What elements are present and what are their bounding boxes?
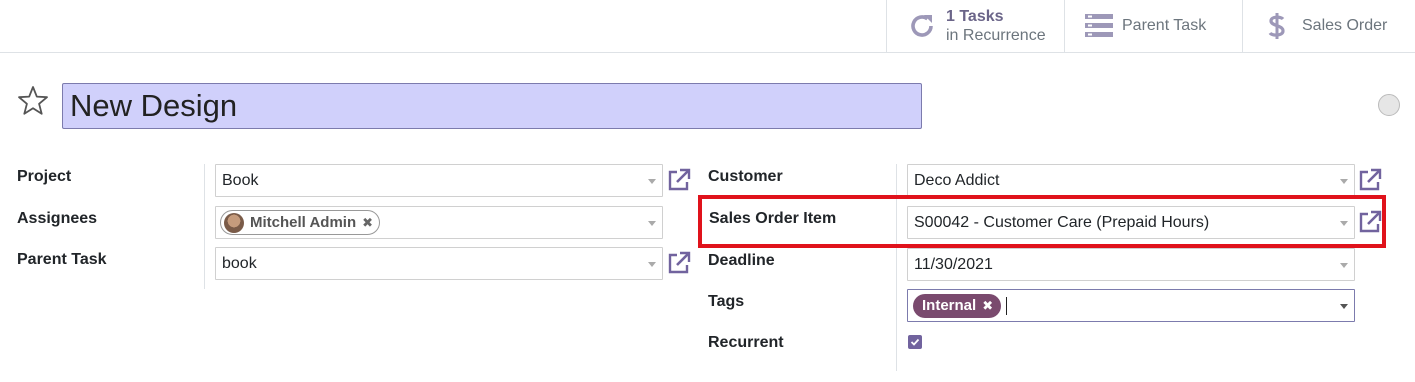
project-field[interactable]: Book bbox=[215, 164, 663, 197]
customer-label: Customer bbox=[708, 168, 783, 185]
chevron-down-icon[interactable] bbox=[1340, 179, 1348, 184]
parent-task-value: book bbox=[222, 254, 257, 272]
project-external-link-icon[interactable] bbox=[666, 167, 692, 193]
recurrence-count: 1 Tasks bbox=[946, 8, 1004, 25]
assignees-field[interactable]: Mitchell Admin ✖ bbox=[215, 206, 663, 239]
project-label: Project bbox=[17, 168, 72, 185]
recurrence-sub-label: in Recurrence bbox=[946, 27, 1046, 44]
chevron-down-icon[interactable] bbox=[648, 179, 656, 184]
deadline-value: 11/30/2021 bbox=[914, 255, 993, 273]
customer-value: Deco Addict bbox=[914, 171, 1000, 189]
parent-task-external-link-icon[interactable] bbox=[666, 250, 692, 276]
refresh-icon bbox=[907, 11, 937, 41]
remove-chip-icon[interactable]: ✖ bbox=[362, 215, 373, 231]
dollar-icon bbox=[1262, 11, 1292, 41]
tag-chip-internal[interactable]: Internal ✖ bbox=[913, 293, 1002, 318]
assignee-chip[interactable]: Mitchell Admin ✖ bbox=[220, 210, 381, 235]
deadline-field[interactable]: 11/30/2021 bbox=[907, 248, 1355, 281]
parent-task-field[interactable]: book bbox=[215, 247, 663, 280]
tag-chip-label: Internal bbox=[922, 297, 977, 314]
chevron-down-icon[interactable] bbox=[1340, 263, 1348, 268]
tags-field[interactable]: Internal ✖ bbox=[907, 289, 1355, 322]
chevron-down-icon[interactable] bbox=[648, 221, 656, 226]
project-value: Book bbox=[222, 171, 259, 189]
smart-buttons-bar: 1 Tasks in Recurrence Parent Task Sales … bbox=[0, 0, 1415, 53]
task-title-input[interactable]: New Design bbox=[62, 83, 922, 129]
text-cursor bbox=[1006, 296, 1008, 315]
sales-order-button-label: Sales Order bbox=[1302, 17, 1388, 34]
assignee-chip-label: Mitchell Admin bbox=[250, 214, 357, 231]
kanban-state-indicator[interactable] bbox=[1378, 94, 1400, 116]
column-divider bbox=[204, 164, 205, 289]
recurrent-label: Recurrent bbox=[708, 334, 784, 351]
chevron-down-icon[interactable] bbox=[648, 262, 656, 267]
parent-task-smart-button[interactable]: Parent Task bbox=[1064, 0, 1242, 52]
assignees-label: Assignees bbox=[17, 210, 98, 227]
customer-external-link-icon[interactable] bbox=[1357, 167, 1383, 193]
customer-field[interactable]: Deco Addict bbox=[907, 164, 1355, 197]
sales-order-item-highlight-box bbox=[698, 195, 1386, 248]
avatar bbox=[224, 212, 244, 233]
sales-order-smart-button[interactable]: Sales Order bbox=[1242, 0, 1415, 52]
recurrence-smart-button[interactable]: 1 Tasks in Recurrence bbox=[886, 0, 1064, 52]
recurrent-checkbox[interactable] bbox=[908, 335, 922, 349]
parent-task-label: Parent Task bbox=[17, 251, 107, 268]
tags-label: Tags bbox=[708, 293, 745, 310]
chevron-down-icon[interactable] bbox=[1340, 304, 1348, 309]
remove-chip-icon[interactable]: ✖ bbox=[982, 298, 993, 314]
parent-task-button-label: Parent Task bbox=[1122, 17, 1207, 34]
tasks-list-icon bbox=[1084, 11, 1114, 41]
deadline-label: Deadline bbox=[708, 252, 775, 269]
star-outline-icon[interactable] bbox=[17, 85, 49, 117]
